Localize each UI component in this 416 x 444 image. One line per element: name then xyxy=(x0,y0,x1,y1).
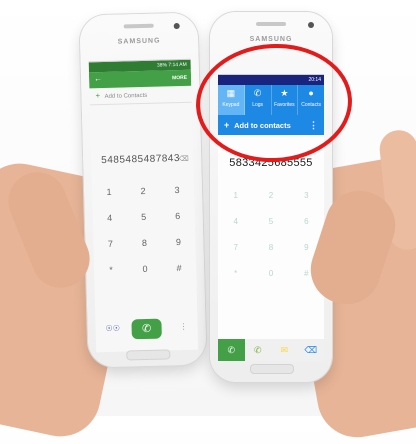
video-call-icon[interactable]: ✆ xyxy=(245,339,272,361)
brand-logo: SAMSUNG xyxy=(117,37,161,46)
keypad-key[interactable]: 8 xyxy=(127,238,161,253)
keypad-key[interactable]: 2 xyxy=(253,191,288,203)
call-button[interactable]: ✆ xyxy=(218,339,245,361)
more-button[interactable]: MORE xyxy=(172,75,187,81)
photo-scene: SAMSUNG 38% 7:14 AM ← MORE + Add to Cont… xyxy=(0,0,416,444)
dialed-number: 5485485487843 ⌫ xyxy=(91,153,193,172)
dialer-footer: ✆ ✆ ✉ ⌫ xyxy=(218,339,324,361)
left-screen: 38% 7:14 AM ← MORE + Add to Contacts 548… xyxy=(88,58,199,353)
home-button[interactable] xyxy=(250,364,294,374)
keypad-key[interactable]: 2 xyxy=(126,186,160,201)
speaker-grille xyxy=(256,22,286,26)
keypad-key[interactable]: * xyxy=(94,264,128,279)
home-button[interactable] xyxy=(126,349,171,361)
keypad-key[interactable]: 1 xyxy=(92,186,126,201)
front-camera xyxy=(308,22,314,28)
back-arrow-icon[interactable]: ← xyxy=(94,74,102,83)
message-icon[interactable]: ✉ xyxy=(271,339,298,361)
front-camera xyxy=(173,22,180,30)
keypad-key[interactable]: 4 xyxy=(93,212,127,227)
backspace-icon[interactable]: ⌫ xyxy=(298,339,325,361)
keypad-key[interactable]: 1 xyxy=(218,191,253,203)
call-button[interactable]: ✆ xyxy=(131,318,162,340)
keypad-key[interactable]: 8 xyxy=(253,243,288,255)
voicemail-icon[interactable]: ☉☉ xyxy=(105,324,120,333)
keypad-key[interactable]: 7 xyxy=(93,238,127,253)
keypad-key[interactable]: 9 xyxy=(161,237,195,252)
keypad-key[interactable]: # xyxy=(162,263,196,278)
keypad-key[interactable]: 6 xyxy=(289,217,324,229)
keypad-key[interactable]: 3 xyxy=(289,191,324,203)
dialed-number-text: 5485485487843 xyxy=(101,153,181,167)
dialer-toolbar: ← MORE xyxy=(88,69,192,89)
dialer-footer: ☉☉ ✆ ⋮ xyxy=(95,318,198,343)
keypad-key[interactable]: 6 xyxy=(161,211,195,226)
keypad-key[interactable]: 0 xyxy=(128,264,162,279)
add-to-contacts-row[interactable]: + Add to Contacts xyxy=(89,85,192,106)
keypad: 1 2 3 4 5 6 7 8 9 * 0 # xyxy=(92,185,196,280)
keypad-key[interactable]: 0 xyxy=(253,269,288,281)
keypad-key[interactable]: 4 xyxy=(218,217,253,229)
keypad-key[interactable]: 3 xyxy=(160,185,194,200)
keypad-key[interactable]: 5 xyxy=(253,217,288,229)
menu-icon[interactable]: ⋮ xyxy=(179,322,187,331)
keypad: 1 2 3 4 5 6 7 8 9 * 0 # xyxy=(218,191,324,281)
add-to-contacts-label: Add to Contacts xyxy=(104,92,148,100)
keypad-key[interactable]: 7 xyxy=(218,243,253,255)
speaker-grille xyxy=(123,23,154,29)
backspace-icon[interactable]: ⌫ xyxy=(179,155,190,163)
plus-icon: + xyxy=(95,91,101,101)
keypad-key[interactable]: * xyxy=(218,269,253,281)
brand-logo: SAMSUNG xyxy=(249,36,293,43)
keypad-key[interactable]: 5 xyxy=(127,212,161,227)
left-phone: SAMSUNG 38% 7:14 AM ← MORE + Add to Cont… xyxy=(79,12,207,368)
